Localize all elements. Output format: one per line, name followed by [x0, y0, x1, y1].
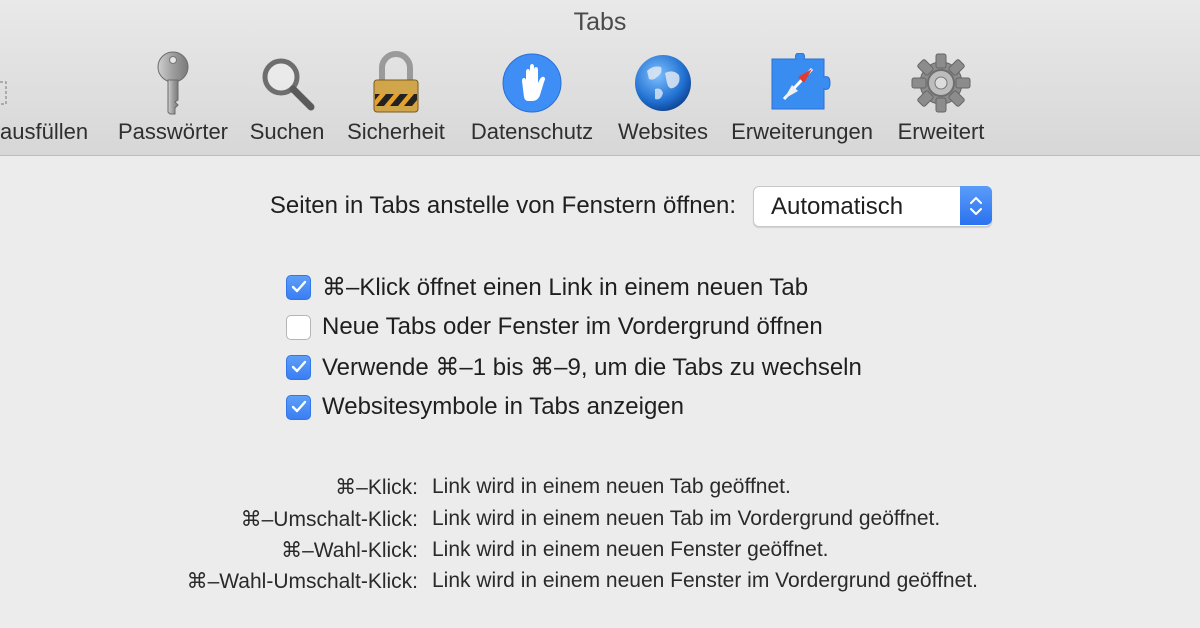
checkbox-checked[interactable]	[286, 394, 311, 420]
shortcut-desc: Link wird in einem neuen Tab im Vordergr…	[432, 507, 941, 530]
shortcut-row: ⌘–Wahl-Umschalt-Klick: Link wird in eine…	[0, 569, 1200, 595]
shortcut-desc: Link wird in einem neuen Tab geöffnet.	[432, 475, 791, 498]
autofill-icon	[0, 48, 100, 118]
checkbox-checked[interactable]	[286, 274, 311, 300]
checkbox-unchecked[interactable]	[286, 314, 311, 340]
option-label: Verwende ⌘–1 bis ⌘–9, um die Tabs zu wec…	[322, 353, 862, 381]
puzzle-compass-icon	[724, 48, 880, 118]
toolbar-item-privacy[interactable]: Datenschutz	[462, 48, 602, 148]
toolbar-label: Suchen	[249, 119, 325, 144]
shortcut-key: ⌘–Wahl-Umschalt-Klick:	[186, 570, 418, 593]
padlock-icon	[341, 48, 451, 118]
shortcut-key: ⌘–Umschalt-Klick:	[240, 508, 418, 531]
option-tab-switch[interactable]: Verwende ⌘–1 bis ⌘–9, um die Tabs zu wec…	[286, 352, 862, 382]
toolbar-item-advanced[interactable]: Erweitert	[891, 48, 991, 148]
key-icon	[112, 48, 234, 118]
open-pages-value: Automatisch	[771, 193, 904, 220]
shortcut-key: ⌘–Wahl-Klick:	[281, 539, 418, 562]
toolbar-label: ausfüllen	[0, 119, 89, 144]
option-label: Websitesymbole in Tabs anzeigen	[322, 393, 684, 420]
toolbar-label: Sicherheit	[347, 119, 445, 144]
magnifier-icon	[245, 48, 329, 118]
checkbox-checked[interactable]	[286, 354, 311, 380]
shortcut-row: ⌘–Klick: Link wird in einem neuen Tab ge…	[0, 475, 1200, 501]
shortcut-desc: Link wird in einem neuen Fenster im Vord…	[432, 569, 978, 592]
toolbar-item-passwords[interactable]: Passwörter	[112, 48, 234, 148]
option-label: ⌘–Klick öffnet einen Link in einem neuen…	[322, 273, 809, 301]
toolbar-label: Passwörter	[117, 119, 229, 144]
toolbar-item-security[interactable]: Sicherheit	[341, 48, 451, 148]
shortcut-row: ⌘–Wahl-Klick: Link wird in einem neuen F…	[0, 538, 1200, 564]
gear-icon	[891, 48, 991, 118]
updown-chevron-icon	[960, 186, 992, 225]
toolbar-label: Datenschutz	[470, 119, 594, 144]
toolbar-item-autofill[interactable]: ausfüllen	[0, 48, 100, 148]
toolbar-item-websites[interactable]: Websites	[613, 48, 713, 148]
open-pages-label: Seiten in Tabs anstelle von Fenstern öff…	[269, 192, 736, 219]
open-pages-popup[interactable]: Automatisch	[753, 186, 992, 227]
preferences-toolbar: Tabs ausfüllen Passwörter Suchen Sicherh…	[0, 0, 1200, 156]
option-foreground[interactable]: Neue Tabs oder Fenster im Vordergrund öf…	[286, 312, 823, 342]
shortcut-desc: Link wird in einem neuen Fenster geöffne…	[432, 538, 829, 561]
toolbar-label: Erweiterungen	[731, 119, 873, 144]
toolbar-item-extensions[interactable]: Erweiterungen	[724, 48, 880, 148]
globe-icon	[613, 48, 713, 118]
option-cmd-click[interactable]: ⌘–Klick öffnet einen Link in einem neuen…	[286, 272, 808, 302]
toolbar-label: Websites	[617, 119, 709, 144]
option-label: Neue Tabs oder Fenster im Vordergrund öf…	[322, 313, 823, 340]
toolbar-item-search[interactable]: Suchen	[245, 48, 329, 148]
shortcut-row: ⌘–Umschalt-Klick: Link wird in einem neu…	[0, 507, 1200, 533]
window-title: Tabs	[573, 8, 627, 36]
option-favicons[interactable]: Websitesymbole in Tabs anzeigen	[286, 392, 684, 422]
hand-icon	[462, 48, 602, 118]
toolbar-label: Erweitert	[897, 119, 985, 144]
shortcut-key: ⌘–Klick:	[335, 476, 418, 499]
